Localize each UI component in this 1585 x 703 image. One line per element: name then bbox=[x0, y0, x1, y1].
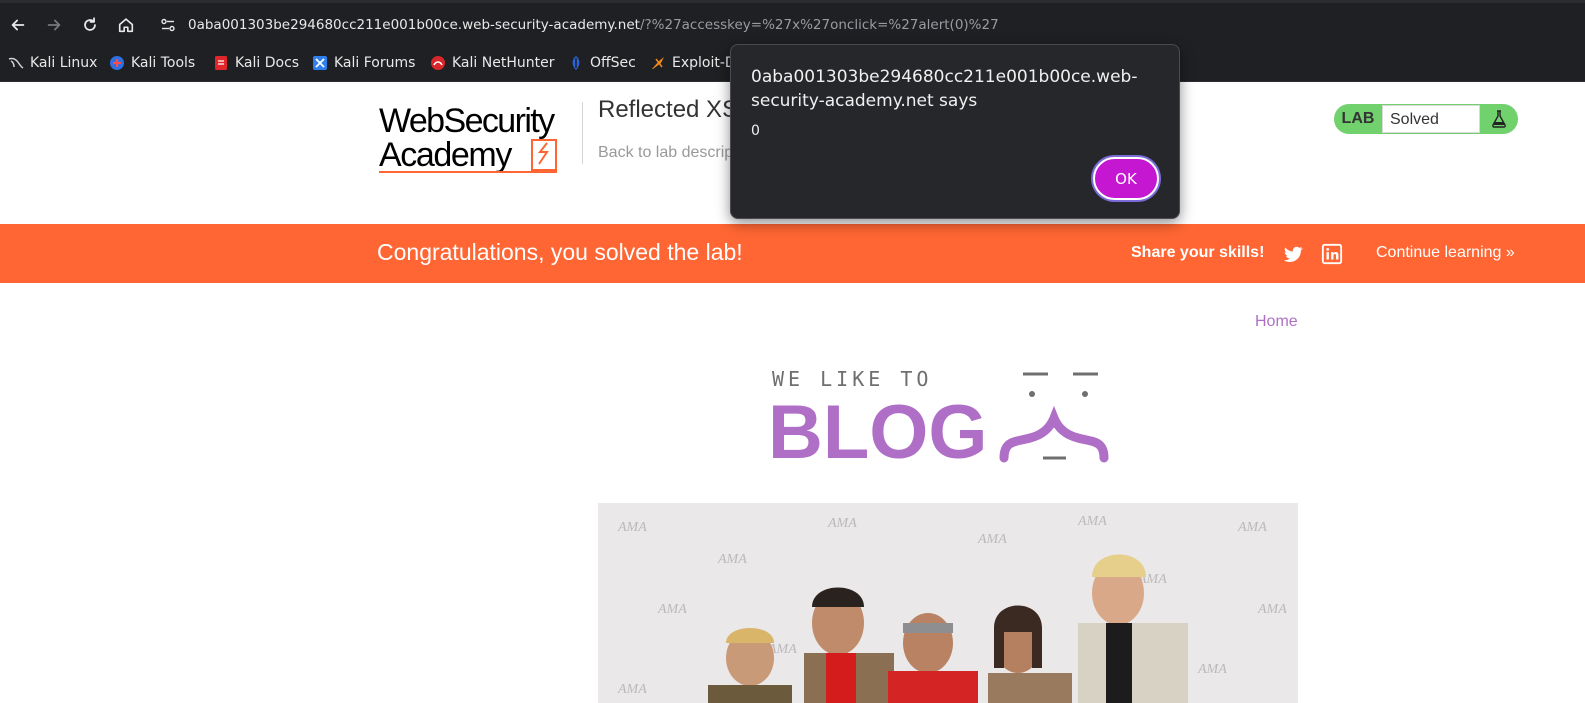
home-icon[interactable] bbox=[112, 11, 140, 39]
bookmark-kali-docs[interactable]: Kali Docs bbox=[213, 52, 299, 74]
svg-text:AMA: AMA bbox=[977, 532, 1007, 547]
kali-nethunter-icon bbox=[431, 56, 445, 70]
svg-text:AMA: AMA bbox=[1257, 602, 1287, 617]
kali-forums-icon bbox=[313, 56, 327, 70]
svg-text:AMA: AMA bbox=[1197, 662, 1227, 677]
svg-text:AMA: AMA bbox=[657, 602, 687, 617]
congratulations-message: Congratulations, you solved the lab! bbox=[377, 239, 743, 265]
url-host: 0aba001303be294680cc211e001b00ce.web-sec… bbox=[188, 17, 640, 33]
url-path: /?%27accesskey=%27x%27onclick=%27alert(0… bbox=[639, 17, 999, 33]
bookmark-label: Kali NetHunter bbox=[452, 55, 555, 71]
offsec-icon bbox=[572, 56, 580, 70]
dialog-message: 0 bbox=[751, 123, 760, 139]
continue-learning-link[interactable]: Continue learning » bbox=[1376, 244, 1515, 262]
exploit-db-icon bbox=[652, 57, 664, 69]
twitter-icon[interactable] bbox=[1282, 243, 1304, 265]
logo-line1: WebSecurity bbox=[379, 102, 555, 140]
header-divider bbox=[582, 102, 583, 164]
url-text: 0aba001303be294680cc211e001b00ce.web-sec… bbox=[188, 17, 999, 33]
blog-post-image[interactable]: AMA AMA AMA AMA AMA AMA AMA AMA AMA AMA AMA AMA bbox=[598, 503, 1298, 703]
kali-docs-icon bbox=[215, 56, 227, 70]
bookmark-label: Kali Linux bbox=[30, 55, 98, 71]
bookmark-label: OffSec bbox=[590, 55, 636, 71]
ok-button[interactable]: OK bbox=[1093, 157, 1159, 200]
bookmark-label: Kali Docs bbox=[235, 55, 300, 71]
svg-text:AMA: AMA bbox=[1237, 520, 1267, 535]
svg-text:AMA: AMA bbox=[617, 520, 647, 535]
blog-logo-title: BLOG bbox=[768, 390, 988, 466]
lab-status-value: Solved bbox=[1382, 105, 1480, 133]
flask-icon bbox=[1480, 110, 1518, 128]
kali-tools-icon bbox=[110, 56, 124, 70]
bookmark-offsec[interactable]: OffSec bbox=[568, 52, 636, 74]
bookmark-label: Exploit-D bbox=[672, 55, 736, 71]
reload-icon[interactable] bbox=[76, 11, 104, 39]
forward-icon[interactable] bbox=[40, 11, 68, 39]
kali-dragon-icon bbox=[8, 57, 24, 69]
svg-text:AMA: AMA bbox=[827, 516, 857, 531]
blog-logo-tagline: WE LIKE TO bbox=[772, 367, 932, 391]
svg-text:AMA: AMA bbox=[1077, 514, 1107, 529]
lab-status-label: LAB bbox=[1341, 110, 1375, 127]
logo-line2: Academy bbox=[379, 136, 512, 174]
home-link[interactable]: Home bbox=[1255, 313, 1298, 331]
blog-logo[interactable]: WE LIKE TO BLOG bbox=[768, 366, 1128, 466]
lab-title: Reflected XS bbox=[598, 96, 739, 123]
javascript-alert-dialog: 0aba001303be294680cc211e001b00ce.web-sec… bbox=[730, 44, 1180, 219]
bookmark-kali-linux[interactable]: Kali Linux bbox=[8, 52, 97, 74]
address-bar[interactable]: 0aba001303be294680cc211e001b00ce.web-sec… bbox=[156, 10, 1576, 40]
bookmark-kali-forums[interactable]: Kali Forums bbox=[312, 52, 415, 74]
linkedin-icon[interactable] bbox=[1321, 243, 1343, 265]
group-photo-illustration: AMAAMAAMAAMAAMA AMA AMAAMAAMAAMAAMAAMA bbox=[598, 503, 1298, 703]
share-skills-label: Share your skills! bbox=[1131, 244, 1265, 261]
browser-toolbar: 0aba001303be294680cc211e001b00ce.web-sec… bbox=[0, 0, 1585, 44]
bookmark-label: Kali Tools bbox=[131, 55, 196, 71]
web-security-academy-logo[interactable]: WebSecurity Academy bbox=[379, 102, 564, 174]
lab-status-widget: LAB Solved bbox=[1334, 104, 1518, 134]
solved-banner: Congratulations, you solved the lab! Sha… bbox=[0, 224, 1585, 283]
back-to-lab-description-link[interactable]: Back to lab descrip bbox=[598, 144, 733, 162]
dialog-title: 0aba001303be294680cc211e001b00ce.web-sec… bbox=[751, 67, 1138, 111]
bookmark-exploit-db[interactable]: Exploit-D bbox=[650, 52, 736, 74]
bookmark-kali-nethunter[interactable]: Kali NetHunter bbox=[430, 52, 554, 74]
svg-text:AMA: AMA bbox=[617, 682, 647, 697]
back-icon[interactable] bbox=[4, 11, 32, 39]
site-info-icon[interactable] bbox=[160, 17, 176, 33]
bookmark-kali-tools[interactable]: Kali Tools bbox=[109, 52, 195, 74]
bookmark-label: Kali Forums bbox=[334, 55, 416, 71]
svg-text:AMA: AMA bbox=[717, 552, 747, 567]
